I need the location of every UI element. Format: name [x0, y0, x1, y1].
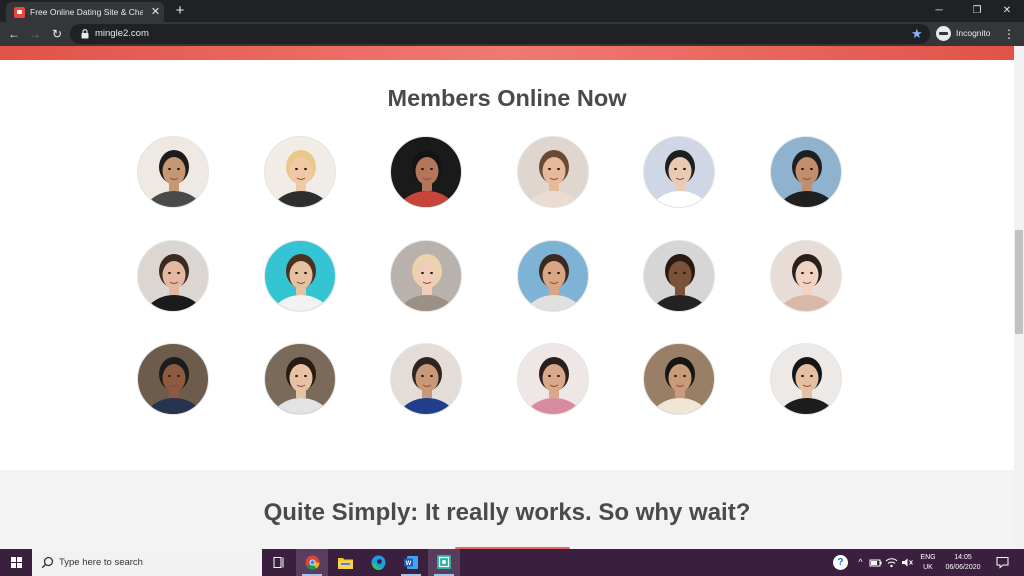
browser-tab-strip: Free Online Dating Site & Chat A ✕ + ─ ❐…	[0, 0, 1024, 22]
clock-date[interactable]: 06/06/2020	[940, 563, 986, 572]
member-photo-4[interactable]	[517, 136, 589, 208]
search-placeholder: Type here to search	[59, 557, 143, 568]
language-indicator[interactable]: ENG	[917, 553, 939, 562]
cta-title: Quite Simply: It really works. So why wa…	[263, 499, 751, 526]
browser-toolbar: ← → ↻ mingle2.com ★ Incognito ⋮	[0, 22, 1024, 46]
bookmark-star-icon[interactable]: ★	[911, 25, 923, 43]
profile-photo-icon	[398, 357, 456, 414]
member-photo-12[interactable]	[770, 240, 842, 312]
task-view-icon	[273, 557, 284, 568]
snipping-tool-taskbar-button[interactable]	[428, 549, 460, 576]
profile-photo-icon	[651, 357, 709, 414]
search-icon	[41, 556, 54, 569]
minimize-button[interactable]: ─	[922, 0, 956, 22]
region-indicator[interactable]: UK	[917, 563, 939, 572]
profile-photo-icon	[145, 357, 203, 414]
profile-photo-icon	[778, 150, 836, 207]
clock-time[interactable]: 14:05	[940, 553, 986, 562]
member-photo-16[interactable]	[517, 343, 589, 415]
member-photo-3[interactable]	[390, 136, 462, 208]
battery-glyph-icon	[869, 559, 882, 567]
member-photo-8[interactable]	[264, 240, 336, 312]
profile-photo-icon	[651, 150, 709, 207]
member-photo-7[interactable]	[137, 240, 209, 312]
word-taskbar-button[interactable]: W	[395, 549, 427, 576]
incognito-icon	[936, 26, 951, 41]
member-photo-18[interactable]	[770, 343, 842, 415]
browser-menu-button[interactable]: ⋮	[1003, 25, 1015, 43]
page-viewport: Members Online Now Quite Simply: It real…	[0, 46, 1014, 549]
folder-icon	[338, 558, 353, 569]
profile-photo-icon	[145, 150, 203, 207]
snipping-tool-icon	[437, 555, 451, 569]
notifications-icon[interactable]	[995, 555, 1010, 570]
member-photo-17[interactable]	[643, 343, 715, 415]
member-photo-15[interactable]	[390, 343, 462, 415]
edge-taskbar-button[interactable]	[362, 549, 394, 576]
restore-button[interactable]: ❐	[960, 0, 994, 22]
show-hidden-icons-chevron-icon[interactable]: ^	[854, 556, 867, 569]
profile-photo-icon	[778, 357, 836, 414]
member-photo-9[interactable]	[390, 240, 462, 312]
windows-taskbar: Type here to search W ? ^ ENG UK 14:05 0…	[0, 549, 1024, 576]
profile-photo-icon	[398, 254, 456, 311]
volume-glyph-icon	[902, 558, 913, 567]
scrollbar-thumb[interactable]	[1015, 230, 1023, 334]
cta-section: Quite Simply: It really works. So why wa…	[0, 470, 1014, 549]
incognito-profile-button[interactable]: Incognito	[936, 25, 994, 43]
wifi-glyph-icon	[885, 558, 898, 568]
tab-close-icon[interactable]: ✕	[149, 5, 162, 19]
back-button[interactable]: ←	[5, 25, 23, 43]
window-close-button[interactable]: ✕	[990, 0, 1024, 22]
profile-photo-icon	[525, 357, 583, 414]
address-bar[interactable]: mingle2.com ★	[70, 24, 930, 44]
tab-title: Free Online Dating Site & Chat A	[30, 7, 143, 17]
taskbar-search-box[interactable]: Type here to search	[32, 549, 262, 576]
incognito-label: Incognito	[956, 28, 991, 38]
wifi-icon[interactable]	[885, 556, 898, 569]
edge-icon	[371, 555, 386, 570]
chrome-icon	[305, 555, 320, 570]
file-explorer-taskbar-button[interactable]	[329, 549, 361, 576]
member-photo-1[interactable]	[137, 136, 209, 208]
profile-photo-icon	[145, 254, 203, 311]
windows-logo-icon	[11, 557, 22, 568]
member-photo-10[interactable]	[517, 240, 589, 312]
help-icon[interactable]: ?	[833, 555, 848, 570]
browser-tab[interactable]: Free Online Dating Site & Chat A ✕	[6, 2, 164, 22]
url-text[interactable]: mingle2.com	[95, 27, 149, 41]
volume-icon[interactable]	[901, 556, 914, 569]
battery-icon[interactable]	[869, 556, 882, 569]
reload-button[interactable]: ↻	[48, 25, 66, 43]
member-photo-5[interactable]	[643, 136, 715, 208]
start-button[interactable]	[0, 549, 32, 576]
profile-photo-icon	[272, 357, 330, 414]
profile-photo-icon	[651, 254, 709, 311]
chrome-taskbar-button[interactable]	[296, 549, 328, 576]
profile-photo-icon	[778, 254, 836, 311]
member-photo-14[interactable]	[264, 343, 336, 415]
hero-banner-edge	[0, 46, 1014, 60]
forward-button[interactable]: →	[26, 25, 44, 43]
member-photo-11[interactable]	[643, 240, 715, 312]
profile-photo-icon	[525, 254, 583, 311]
member-photo-13[interactable]	[137, 343, 209, 415]
svg-text:W: W	[406, 561, 412, 567]
word-icon: W	[404, 556, 418, 569]
task-view-button[interactable]	[263, 549, 295, 576]
profile-photo-icon	[525, 150, 583, 207]
profile-photo-icon	[272, 150, 330, 207]
notifications-glyph-icon	[996, 557, 1009, 569]
member-photo-2[interactable]	[264, 136, 336, 208]
member-photo-6[interactable]	[770, 136, 842, 208]
new-tab-button[interactable]: +	[171, 2, 189, 20]
lock-icon[interactable]	[81, 29, 89, 39]
members-online-title: Members Online Now	[387, 85, 627, 111]
profile-photo-icon	[272, 254, 330, 311]
profile-photo-icon	[398, 150, 456, 207]
site-favicon-icon	[14, 7, 25, 18]
page-scrollbar[interactable]	[1014, 46, 1024, 549]
